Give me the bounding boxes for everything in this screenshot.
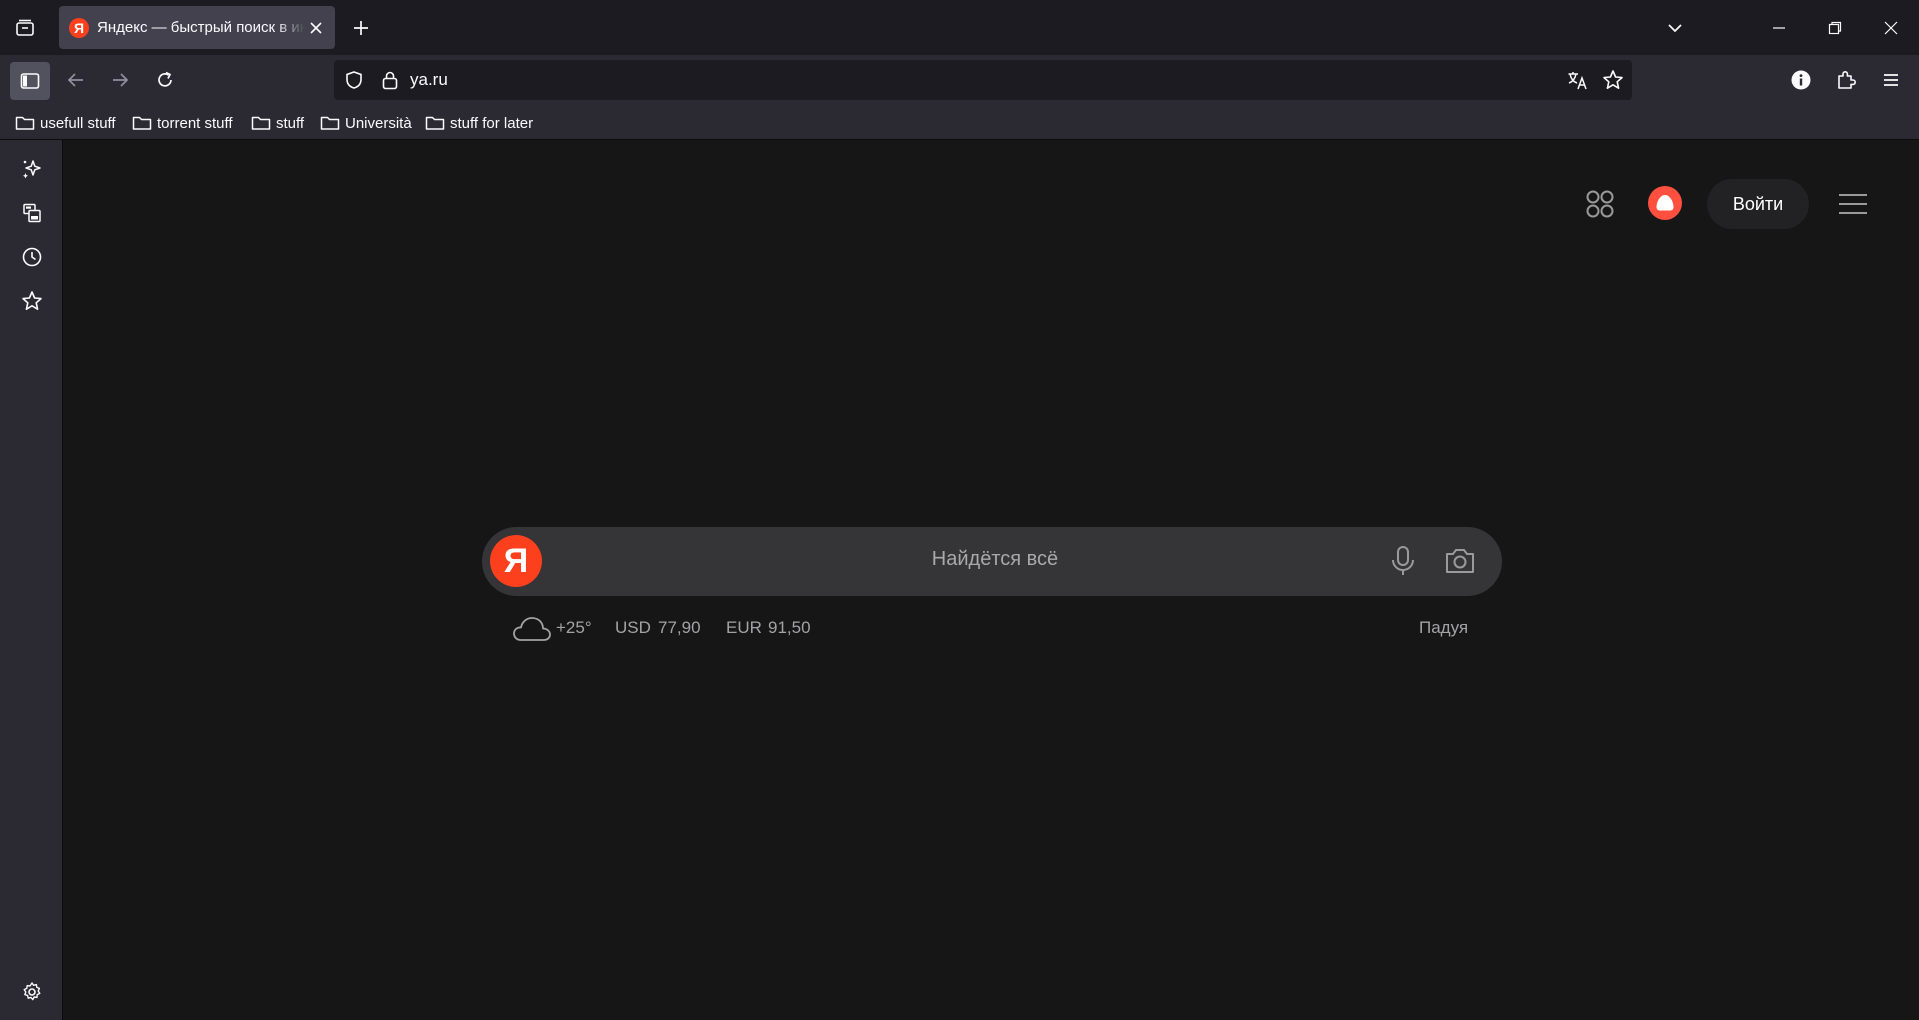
translate-icon xyxy=(1568,72,1587,90)
yandex-favicon-icon: Я xyxy=(69,17,89,38)
eur-label[interactable]: EUR xyxy=(726,618,762,638)
hamburger-menu-icon xyxy=(1884,74,1898,86)
bookmark-label: stuff for later xyxy=(450,114,534,132)
bookmark-label: Università xyxy=(345,114,412,132)
synced-tabs-icon xyxy=(23,203,41,223)
close-icon xyxy=(1884,21,1898,34)
folder-icon xyxy=(320,116,340,130)
reload-button[interactable] xyxy=(146,62,184,98)
page-menu-button[interactable] xyxy=(1836,190,1870,218)
sidebar-settings-button[interactable] xyxy=(16,976,48,1008)
minimize-icon xyxy=(1773,26,1785,29)
lock-icon xyxy=(382,71,398,90)
url-text[interactable]: ya.ru xyxy=(410,70,448,90)
folder-icon xyxy=(132,116,152,130)
restore-icon xyxy=(1828,21,1842,34)
tab-title: Яндекс — быстрый поиск в интернете xyxy=(97,19,305,36)
bookmark-page-button[interactable] xyxy=(1600,67,1626,93)
bookmark-label: stuff xyxy=(276,114,305,132)
sidebar-icon xyxy=(20,73,40,89)
microphone-icon xyxy=(1392,546,1414,575)
close-icon xyxy=(310,21,322,34)
new-tab-button[interactable] xyxy=(344,12,378,44)
chevron-down-icon xyxy=(1668,24,1682,33)
services-button[interactable] xyxy=(1580,186,1620,222)
sidebar-item-history[interactable] xyxy=(16,241,48,273)
login-button[interactable]: Войти xyxy=(1707,179,1809,229)
info-circle-icon xyxy=(1791,70,1811,90)
image-search-button[interactable] xyxy=(1439,542,1481,580)
tracking-protection-button[interactable] xyxy=(342,68,366,92)
usd-label[interactable]: USD xyxy=(615,618,651,638)
yandex-logo: Я xyxy=(490,535,542,587)
site-info-button[interactable] xyxy=(378,68,402,92)
cloud-icon xyxy=(513,617,551,641)
bookmark-label: usefull stuff xyxy=(40,114,116,132)
shield-icon xyxy=(346,71,362,89)
bookmark-folder-stuff-for-later[interactable]: stuff for later xyxy=(425,112,533,134)
app-menu-button[interactable] xyxy=(1872,62,1910,98)
url-bar[interactable] xyxy=(334,60,1632,100)
apps-grid-icon xyxy=(1586,190,1614,218)
back-button[interactable] xyxy=(57,62,95,98)
plus-icon xyxy=(354,21,368,35)
usd-rate[interactable]: 77,90 xyxy=(658,618,701,638)
translate-button[interactable] xyxy=(1565,68,1591,92)
puzzle-icon xyxy=(1838,71,1856,89)
list-all-tabs-button[interactable] xyxy=(1656,12,1694,44)
alice-icon xyxy=(1656,195,1674,211)
bookmark-label: torrent stuff xyxy=(157,114,233,132)
weather-temperature[interactable]: +25° xyxy=(556,618,592,638)
extensions-button[interactable] xyxy=(1827,62,1865,98)
bookmark-folder-stuff[interactable]: stuff xyxy=(251,112,304,134)
sidebar-item-synced-tabs[interactable] xyxy=(16,197,48,229)
minimize-button[interactable] xyxy=(1750,0,1808,55)
forward-button[interactable] xyxy=(101,62,139,98)
restore-button[interactable] xyxy=(1806,0,1864,55)
close-window-button[interactable] xyxy=(1862,0,1919,55)
tab-list-icon xyxy=(16,19,34,36)
reload-icon xyxy=(158,71,172,87)
sidebar-item-bookmarks[interactable] xyxy=(16,285,48,317)
bookmarks-icon xyxy=(22,291,42,310)
folder-icon xyxy=(15,116,35,130)
sidebar-toggle-button[interactable] xyxy=(10,62,50,100)
camera-icon xyxy=(1446,549,1474,573)
history-icon xyxy=(22,247,42,267)
tab-close-button[interactable] xyxy=(305,17,327,39)
sidebar-item-ai-chatbot[interactable] xyxy=(16,153,48,185)
eur-rate[interactable]: 91,50 xyxy=(768,618,811,638)
bookmark-folder-usefull-stuff[interactable]: usefull stuff xyxy=(15,112,116,134)
arrow-left-icon xyxy=(67,73,83,87)
weather-widget[interactable] xyxy=(512,612,552,644)
folder-icon xyxy=(425,116,445,130)
active-tab[interactable]: Я Яндекс — быстрый поиск в интернете xyxy=(59,6,335,49)
voice-search-button[interactable] xyxy=(1384,542,1422,580)
star-icon xyxy=(1603,70,1623,89)
alice-assistant-button[interactable] xyxy=(1648,186,1682,220)
extension-info-button[interactable] xyxy=(1782,62,1820,98)
gear-icon xyxy=(23,982,41,1001)
tab-list-button[interactable] xyxy=(8,12,42,44)
ai-chatbot-icon xyxy=(23,160,41,179)
bookmark-folder-universita[interactable]: Università xyxy=(320,112,412,134)
arrow-right-icon xyxy=(113,73,129,87)
search-input-placeholder[interactable]: Найдётся всё xyxy=(880,548,1110,571)
bookmark-folder-torrent-stuff[interactable]: torrent stuff xyxy=(132,112,233,134)
folder-icon xyxy=(251,116,271,130)
hamburger-menu-icon xyxy=(1839,194,1867,214)
city-name[interactable]: Падуя xyxy=(1419,618,1468,638)
